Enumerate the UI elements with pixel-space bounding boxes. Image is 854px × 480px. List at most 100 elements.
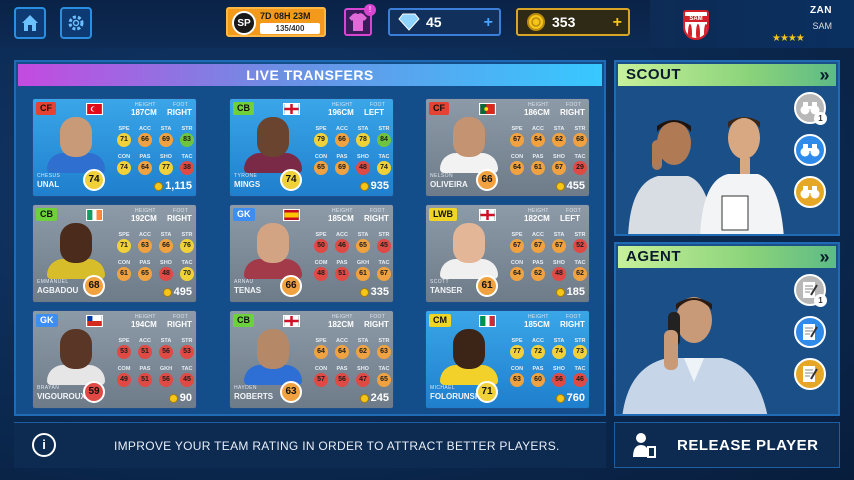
player-rating: 74	[280, 169, 302, 191]
stat-value: 64	[314, 345, 328, 359]
coins-counter[interactable]: 353 +	[516, 8, 630, 36]
stat-value: 48	[314, 267, 328, 281]
agent-level-3-button[interactable]	[794, 358, 826, 390]
stat-label: CON	[117, 154, 131, 160]
stat-value: 65	[138, 267, 152, 281]
scout-title: SCOUT	[626, 66, 681, 83]
nationality-flag-icon	[479, 209, 496, 221]
stat-value: 56	[335, 373, 349, 387]
profile-widget[interactable]: SAM ZAN SAM ★★★★	[650, 0, 854, 48]
stat-value: 73	[573, 345, 587, 359]
stat-label: SHO	[553, 260, 565, 266]
settings-button[interactable]	[60, 7, 92, 39]
stat-label: ACC	[139, 232, 151, 238]
stat-label: SPE	[511, 232, 523, 238]
stat-label: ACC	[336, 232, 348, 238]
player-price: 185	[555, 286, 585, 298]
stat-value: 62	[552, 133, 566, 147]
stat-label: SHO	[160, 154, 172, 160]
player-price: 935	[359, 180, 389, 192]
nationality-flag-icon	[86, 315, 103, 327]
player-card[interactable]: CB HAYDEN ROBERTS 63 HEIGHT 182CM FOOT R…	[229, 310, 394, 409]
player-rating: 63	[280, 381, 302, 403]
stat-value: 70	[180, 267, 194, 281]
binoculars-icon	[800, 144, 820, 157]
stat-value: 83	[180, 133, 194, 147]
nationality-flag-icon	[86, 103, 103, 115]
diamond-icon	[398, 13, 420, 31]
stat-value: 56	[159, 373, 173, 387]
player-card[interactable]: GK ARNAU TENAS 66 HEIGHT 185CM FOOT RIGH…	[229, 204, 394, 303]
stat-label: STA	[357, 126, 369, 132]
player-first-name: SCOTT	[430, 279, 449, 285]
agent-header[interactable]: AGENT »	[618, 246, 836, 268]
stat-label: STR	[378, 338, 390, 344]
player-last-name: ROBERTS	[234, 392, 274, 401]
player-card[interactable]: CF CHESUS UNAL 74 HEIGHT 187CM FOOT RIGH…	[32, 98, 197, 197]
stat-label: GKH	[159, 366, 173, 372]
agent-level-1-button[interactable]: 1	[794, 274, 827, 307]
player-rating: 59	[83, 381, 105, 403]
stat-label: TAC	[181, 154, 193, 160]
player-card[interactable]: LWB SCOTT TANSER 61 HEIGHT 182CM FOOT LE…	[425, 204, 590, 303]
kit-button[interactable]: !	[344, 4, 376, 36]
nationality-flag-icon	[283, 209, 300, 221]
player-height: 186CM	[524, 108, 550, 117]
stat-label: PAS	[139, 366, 151, 372]
player-last-name: MINGS	[234, 180, 261, 189]
release-player-button[interactable]: RELEASE PLAYER	[614, 422, 840, 468]
player-card[interactable]: CF NELSON OLIVEIRA 66 HEIGHT 186CM FOOT …	[425, 98, 590, 197]
player-card[interactable]: CB EMMANUEL AGBADOU 68 HEIGHT 192CM FOOT…	[32, 204, 197, 303]
stat-value: 60	[531, 373, 545, 387]
stat-label: ACC	[532, 126, 544, 132]
club-crest: SAM	[683, 10, 709, 40]
agent-level-2-button[interactable]	[794, 316, 826, 348]
agent-illustration	[622, 297, 768, 414]
stat-value: 66	[138, 133, 152, 147]
scout-level-2-button[interactable]	[794, 134, 826, 166]
stat-label: SPE	[118, 232, 130, 238]
contract-icon	[803, 366, 818, 382]
player-portrait	[47, 325, 105, 385]
stat-value: 69	[159, 133, 173, 147]
player-last-name: TANSER	[430, 286, 463, 295]
player-rating: 68	[83, 275, 105, 297]
price-value: 185	[566, 286, 585, 298]
sp-timer-widget[interactable]: SP 7D 08H 23M 135/400	[226, 7, 326, 37]
stat-value: 57	[314, 373, 328, 387]
stat-label: STA	[160, 126, 172, 132]
stat-label: TAC	[378, 260, 390, 266]
stat-value: 77	[159, 161, 173, 175]
add-coins-button[interactable]: +	[613, 14, 622, 32]
scout-header[interactable]: SCOUT »	[618, 64, 836, 86]
scout-level-3-button[interactable]	[794, 176, 826, 208]
price-value: 335	[370, 286, 389, 298]
stat-value: 45	[377, 239, 391, 253]
stat-value: 61	[356, 267, 370, 281]
kit-notification-badge: !	[364, 4, 376, 16]
stat-label: SPE	[511, 126, 523, 132]
stat-label: ACC	[336, 338, 348, 344]
stat-value: 49	[117, 373, 131, 387]
stat-value: 68	[573, 133, 587, 147]
stat-value: 63	[510, 373, 524, 387]
player-card[interactable]: GK BRAYAN VIGOUROUX 59 HEIGHT 194CM FOOT…	[32, 310, 197, 409]
stat-value: 51	[335, 267, 349, 281]
player-card[interactable]: CM MICHAEL FOLORUNSHO 71 HEIGHT 185CM FO…	[425, 310, 590, 409]
home-button[interactable]	[14, 7, 46, 39]
stat-value: 71	[117, 133, 131, 147]
scouts-illustration	[628, 117, 784, 234]
scout-panel[interactable]: SCOUT » 1	[614, 60, 840, 236]
stat-value: 62	[356, 345, 370, 359]
coin-icon	[359, 393, 369, 403]
stat-label: CON	[117, 260, 131, 266]
agent-panel[interactable]: AGENT » 1	[614, 242, 840, 416]
player-portrait	[440, 325, 498, 385]
diamonds-counter[interactable]: 45 +	[388, 8, 501, 36]
player-card[interactable]: CB TYRONE MINGS 74 HEIGHT 196CM FOOT LEF…	[229, 98, 394, 197]
player-first-name: HAYDEN	[234, 385, 257, 391]
stat-value: 38	[180, 161, 194, 175]
add-diamonds-button[interactable]: +	[484, 14, 493, 32]
player-price: 90	[168, 392, 192, 404]
scout-level-1-button[interactable]: 1	[794, 92, 827, 125]
